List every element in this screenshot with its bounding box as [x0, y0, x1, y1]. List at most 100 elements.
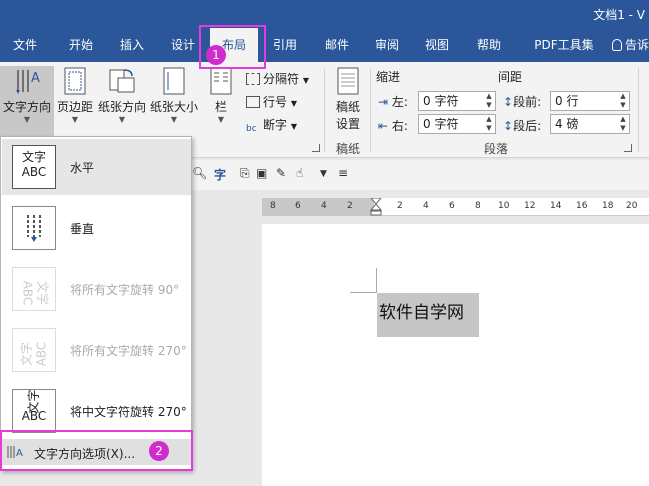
paper-settings-label-line1: 稿纸: [335, 100, 360, 114]
spacing-before-icon: ↕: [503, 95, 514, 109]
spell-icon[interactable]: 字: [214, 166, 226, 183]
rotate-90-text-icon: 文字 ABC: [12, 267, 56, 311]
text-direction-icon: A: [13, 66, 41, 96]
size-button[interactable]: 纸张大小 ▼: [149, 66, 199, 125]
hyphenation-button[interactable]: bc 断字 ▼: [246, 116, 297, 136]
attach-icon[interactable]: ⎘: [240, 166, 250, 181]
ruler-tick: 2: [397, 201, 403, 211]
ribbon-separator: [324, 68, 325, 152]
spacing-title: 间距: [498, 70, 523, 84]
paper-settings-button[interactable]: 稿纸 设置: [330, 66, 366, 132]
spinner-arrows-icon[interactable]: ▲ ▼: [483, 115, 495, 133]
indent-left-label: ⇥ 左:: [378, 93, 408, 110]
horizontal-ruler: 8 6 4 2 2 4 6 8 10 12 14 16 18 20: [262, 198, 649, 216]
margin-corner-mark: [350, 268, 377, 293]
customize-toolbar-icon[interactable]: ≡: [338, 166, 348, 180]
paragraph-group-label: 段落: [484, 142, 509, 156]
option-label: 垂直: [70, 222, 95, 236]
indent-left-icon: ⇥: [378, 95, 389, 109]
option-horizontal[interactable]: 文字 ABC 水平: [2, 139, 191, 195]
chevron-down-icon: ▼: [71, 115, 79, 124]
option-label: 水平: [70, 161, 95, 175]
line-numbers-icon: [246, 96, 260, 108]
ribbon-separator: [638, 68, 639, 152]
indent-left-input[interactable]: 0 字符 ▲ ▼: [418, 91, 496, 111]
ribbon-separator: [370, 68, 371, 152]
spinner-arrows-icon[interactable]: ▲ ▼: [617, 115, 629, 133]
icon-text: 文字: [21, 150, 46, 164]
spinner-arrows-icon[interactable]: ▲ ▼: [617, 92, 629, 110]
spinner-arrows-icon[interactable]: ▲ ▼: [483, 92, 495, 110]
text-direction-button[interactable]: A 文字方向 ▼: [0, 66, 54, 138]
tab-help[interactable]: 帮助: [468, 28, 510, 62]
option-vertical[interactable]: 垂直: [2, 200, 191, 256]
tab-references[interactable]: 引用: [264, 28, 306, 62]
columns-button[interactable]: 栏 ▼: [205, 66, 237, 125]
ruler-tick: 12: [524, 201, 536, 211]
tab-view[interactable]: 视图: [416, 28, 458, 62]
touch-icon[interactable]: ☝: [296, 166, 303, 180]
line-numbers-button[interactable]: 行号 ▼: [246, 93, 297, 110]
paper-group-label: 稿纸: [336, 142, 361, 156]
ruler-tick: 10: [498, 201, 510, 211]
indent-title: 缩进: [376, 70, 401, 84]
spacing-after-input[interactable]: 4 磅 ▲ ▼: [550, 114, 630, 134]
title-bar: 文档1 - V: [0, 0, 649, 28]
tab-design[interactable]: 设计: [162, 28, 204, 62]
text-direction-dropdown: 文字 ABC 水平 垂直 文字 ABC 将所有文字旋转 90° 文字 ABC 将所有文…: [0, 136, 192, 471]
hyphenation-icon: bc: [246, 124, 257, 134]
tab-pdf-tools[interactable]: PDF工具集: [524, 28, 604, 62]
breaks-label: 分隔符: [263, 72, 300, 86]
tab-insert[interactable]: 插入: [110, 28, 154, 62]
lightbulb-icon: [612, 39, 622, 51]
image-icon[interactable]: ▣: [256, 166, 267, 180]
spacing-before-input[interactable]: 0 行 ▲ ▼: [550, 91, 630, 111]
selected-text[interactable]: 软件自学网: [377, 293, 479, 337]
breaks-icon: [246, 73, 260, 85]
chevron-down-icon: ▼: [23, 115, 31, 124]
tab-home[interactable]: 开始: [58, 28, 104, 62]
option-rotate-90[interactable]: 文字 ABC 将所有文字旋转 90°: [2, 261, 191, 317]
ruler-tick: 2: [347, 201, 353, 211]
chevron-down-icon: ▼: [118, 115, 126, 124]
paragraph-launcher-icon[interactable]: [624, 144, 632, 152]
chevron-down-icon: ▼: [290, 122, 297, 131]
tab-review[interactable]: 审阅: [366, 28, 408, 62]
chevron-down-icon[interactable]: ▼: [320, 169, 327, 179]
orientation-label: 纸张方向: [97, 100, 146, 114]
tab-mailings[interactable]: 邮件: [316, 28, 358, 62]
option-label: 将所有文字旋转 270°: [70, 344, 187, 358]
document-page[interactable]: [262, 224, 649, 486]
margins-button[interactable]: 页边距 ▼: [55, 66, 95, 125]
edit-icon[interactable]: ✎: [276, 166, 286, 180]
indent-right-input[interactable]: 0 字符 ▲ ▼: [418, 114, 496, 134]
page-setup-launcher-icon[interactable]: [312, 144, 320, 152]
ruler-tick: 14: [550, 201, 562, 211]
zoom-icon[interactable]: 🔍︎: [192, 166, 207, 180]
ruler-tick: 20: [626, 201, 638, 211]
ruler-tick: 6: [295, 201, 301, 211]
horizontal-text-icon: 文字 ABC: [12, 145, 56, 189]
orientation-icon: [108, 66, 136, 96]
icon-text: ABC: [21, 165, 47, 179]
tab-file[interactable]: 文件: [0, 28, 50, 62]
tell-me-box[interactable]: 告诉: [612, 28, 649, 62]
spacing-after-text: 段后:: [513, 119, 542, 133]
indent-left-text: 左:: [391, 95, 408, 109]
indent-right-value: 0 字符: [423, 117, 459, 131]
rotate-270-text-icon: 文字 ABC: [12, 328, 56, 372]
indent-marker-icon[interactable]: [370, 198, 382, 216]
columns-icon: [207, 66, 235, 96]
ruler-tick: 18: [602, 201, 614, 211]
svg-text:A: A: [31, 71, 40, 86]
icon-text: 文字: [26, 389, 41, 414]
spacing-before-value: 0 行: [555, 94, 579, 108]
indent-right-text: 右:: [391, 119, 408, 133]
option-rotate-270[interactable]: 文字 ABC 将所有文字旋转 270°: [2, 322, 191, 378]
paper-size-icon: [160, 66, 188, 96]
window-title: 文档1 - V: [593, 8, 645, 22]
orientation-button[interactable]: 纸张方向 ▼: [97, 66, 147, 125]
spacing-after-value: 4 磅: [555, 117, 579, 131]
step-badge-2: 2: [149, 441, 169, 461]
breaks-button[interactable]: 分隔符 ▼: [246, 70, 309, 87]
